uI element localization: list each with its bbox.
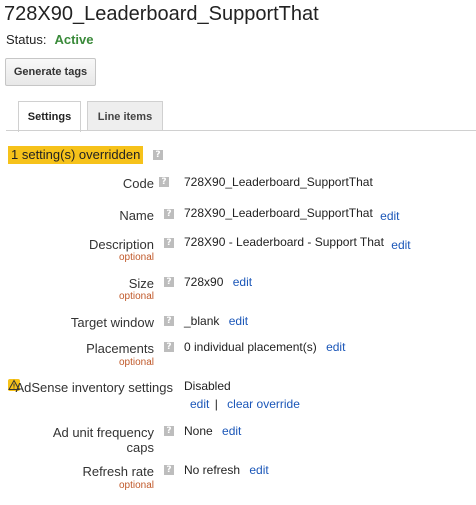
size-label: Size bbox=[128, 276, 154, 291]
page-title: 728X90_Leaderboard_SupportThat bbox=[4, 3, 319, 25]
help-icon[interactable]: ? bbox=[164, 316, 174, 326]
name-edit-link[interactable]: edit bbox=[380, 209, 399, 223]
placements-value-row: 0 individual placement(s) edit bbox=[184, 340, 345, 354]
adsense-edit-link[interactable]: edit bbox=[190, 397, 209, 411]
tab-line-items[interactable]: Line items bbox=[87, 101, 163, 131]
help-icon[interactable]: ? bbox=[153, 150, 163, 160]
target-window-label: Target window bbox=[70, 315, 154, 330]
help-icon[interactable]: ? bbox=[164, 277, 174, 287]
target-window-value-row: _blank edit bbox=[184, 314, 248, 328]
refresh-rate-label: Refresh rate bbox=[82, 464, 154, 479]
status-value: Active bbox=[54, 32, 94, 47]
adsense-value: Disabled bbox=[184, 379, 231, 393]
description-value-row: 728X90 - Leaderboard - Support That edit bbox=[184, 235, 411, 252]
separator: | bbox=[214, 397, 218, 411]
frequency-caps-label-line2: caps bbox=[126, 440, 154, 455]
override-notice: 1 setting(s) overridden bbox=[8, 146, 144, 164]
refresh-rate-edit-link[interactable]: edit bbox=[249, 463, 268, 477]
frequency-caps-value-row: None edit bbox=[184, 424, 241, 438]
description-label: Description bbox=[88, 237, 154, 252]
placements-optional: optional bbox=[118, 357, 154, 368]
description-value: 728X90 - Leaderboard - Support That bbox=[184, 235, 384, 249]
size-edit-link[interactable]: edit bbox=[233, 275, 252, 289]
status-label: Status: bbox=[6, 32, 47, 47]
tab-settings[interactable]: Settings bbox=[18, 101, 81, 132]
description-edit-link[interactable]: edit bbox=[391, 238, 410, 252]
size-value-row: 728x90 edit bbox=[184, 275, 252, 289]
help-icon[interactable]: ? bbox=[164, 238, 174, 248]
help-icon[interactable]: ? bbox=[164, 465, 174, 475]
placements-value: 0 individual placement(s) bbox=[184, 340, 317, 354]
size-optional: optional bbox=[118, 291, 154, 302]
refresh-rate-optional: optional bbox=[118, 480, 154, 491]
name-label: Name bbox=[119, 208, 154, 223]
frequency-caps-label: Ad unit frequency bbox=[52, 425, 154, 440]
status-row: Status: Active bbox=[6, 32, 94, 47]
adsense-label: AdSense inventory settings bbox=[15, 380, 173, 395]
frequency-caps-edit-link[interactable]: edit bbox=[222, 424, 241, 438]
help-icon[interactable]: ? bbox=[164, 209, 174, 219]
adsense-actions: edit | clear override bbox=[190, 397, 300, 411]
placements-label: Placements bbox=[86, 341, 154, 356]
tabs-divider bbox=[6, 130, 476, 131]
frequency-caps-value: None bbox=[184, 424, 213, 438]
help-icon[interactable]: ? bbox=[159, 177, 169, 187]
refresh-rate-value: No refresh bbox=[184, 463, 241, 477]
placements-edit-link[interactable]: edit bbox=[326, 340, 345, 354]
name-value: 728X90_Leaderboard_SupportThat bbox=[184, 206, 373, 220]
target-window-edit-link[interactable]: edit bbox=[229, 314, 248, 328]
help-icon[interactable]: ? bbox=[164, 426, 174, 436]
size-value: 728x90 bbox=[184, 275, 224, 289]
name-value-row: 728X90_Leaderboard_SupportThat edit bbox=[184, 206, 400, 223]
target-window-value: _blank bbox=[184, 314, 220, 328]
help-icon[interactable]: ? bbox=[164, 342, 174, 352]
code-value: 728X90_Leaderboard_SupportThat bbox=[184, 175, 373, 189]
refresh-rate-value-row: No refresh edit bbox=[184, 463, 269, 477]
clear-override-link[interactable]: clear override bbox=[227, 397, 300, 411]
code-label: Code bbox=[122, 176, 154, 191]
description-optional: optional bbox=[118, 252, 154, 263]
generate-tags-button[interactable]: Generate tags bbox=[5, 58, 96, 86]
